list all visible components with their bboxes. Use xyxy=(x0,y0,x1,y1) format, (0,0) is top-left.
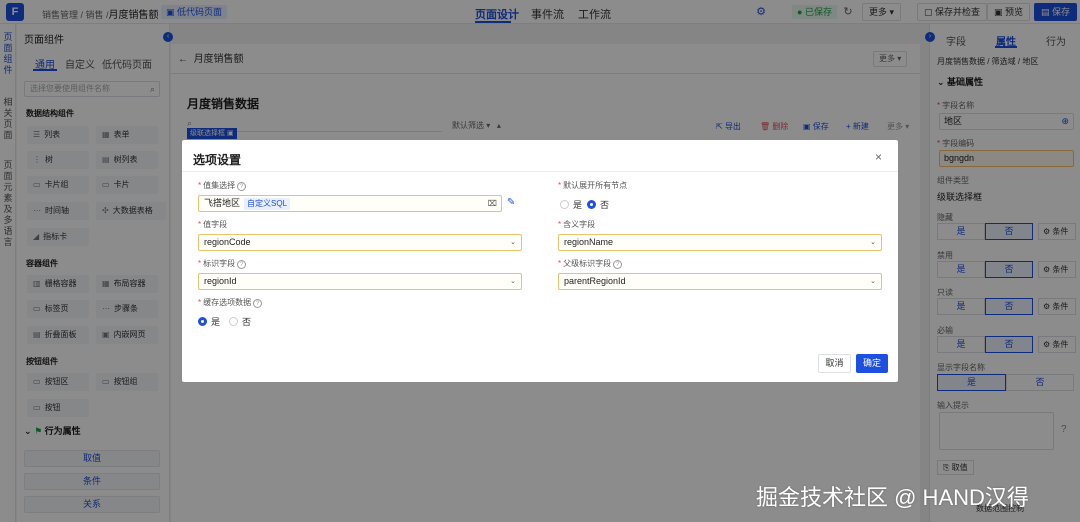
id-field-select[interactable]: regionId ⌄ xyxy=(198,273,522,290)
value-set-select[interactable]: 飞搭地区 自定义SQL ⌧ xyxy=(198,195,502,212)
value-field-label: * 值字段 xyxy=(198,220,228,229)
expand-all-no-radio[interactable]: 否 xyxy=(587,198,609,211)
value-set-lookup-icon: ⌧ xyxy=(487,199,497,208)
chevron-down-icon: ⌄ xyxy=(870,278,876,285)
chevron-down-icon: ⌄ xyxy=(510,239,516,246)
parent-id-field-label: * 父级标识字段? xyxy=(558,258,623,269)
cache-yes-radio[interactable]: 是 xyxy=(198,315,220,328)
radio-icon xyxy=(229,317,238,326)
value-set-label: * 值集选择? xyxy=(198,180,247,191)
radio-checked-icon xyxy=(198,317,207,326)
chevron-down-icon: ⌄ xyxy=(510,278,516,285)
chevron-down-icon: ⌄ xyxy=(870,239,876,246)
cancel-button[interactable]: 取消 xyxy=(818,354,851,373)
meaning-field-select[interactable]: regionName ⌄ xyxy=(558,234,882,251)
watermark-text: 掘金技术社区 @ HAND汉得 xyxy=(756,485,1029,510)
radio-checked-icon xyxy=(587,200,596,209)
options-settings-dialog xyxy=(182,140,898,382)
cache-no-radio[interactable]: 否 xyxy=(229,315,251,328)
help-icon: ? xyxy=(237,182,247,191)
dialog-title: 选项设置 xyxy=(193,153,242,167)
radio-icon xyxy=(560,200,569,209)
confirm-button[interactable]: 确定 xyxy=(856,354,888,373)
cache-options-label: * 缓存选项数据? xyxy=(198,297,263,308)
help-icon: ? xyxy=(613,260,623,269)
help-icon: ? xyxy=(253,299,263,308)
parent-id-field-select[interactable]: parentRegionId ⌄ xyxy=(558,273,882,290)
id-field-label: * 标识字段? xyxy=(198,258,247,269)
expand-all-yes-radio[interactable]: 是 xyxy=(560,198,582,211)
edit-icon[interactable]: ✎ xyxy=(507,197,515,208)
custom-sql-tag: 自定义SQL xyxy=(244,198,291,210)
close-icon[interactable]: × xyxy=(875,150,882,164)
value-field-select[interactable]: regionCode ⌄ xyxy=(198,234,522,251)
help-icon: ? xyxy=(237,260,247,269)
dialog-divider xyxy=(182,171,898,172)
expand-all-label: * 默认展开所有节点 xyxy=(558,181,628,190)
meaning-field-label: * 含义字段 xyxy=(558,220,596,229)
